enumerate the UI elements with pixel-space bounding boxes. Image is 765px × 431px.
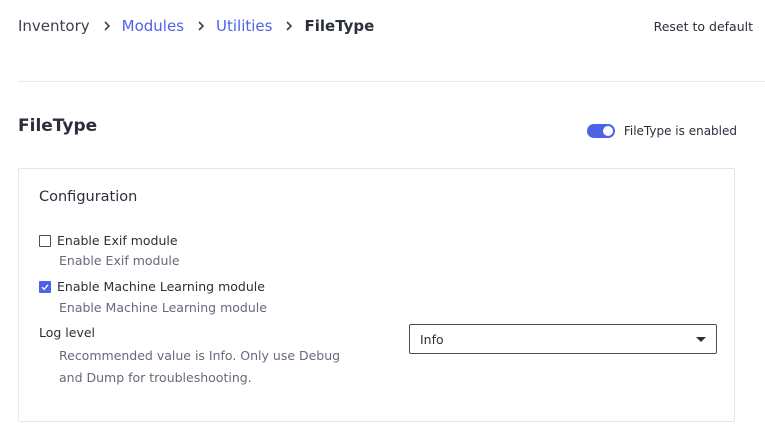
checkmark-icon	[41, 283, 49, 290]
toggle-switch[interactable]	[586, 124, 615, 138]
header-divider	[18, 81, 765, 82]
option-label: Enable Exif module	[57, 233, 178, 248]
log-level-select[interactable]: Info	[409, 324, 717, 354]
configuration-title: Configuration	[39, 189, 138, 205]
toggle-knob	[602, 126, 613, 136]
option-label: Enable Machine Learning module	[57, 279, 265, 294]
configuration-card: Configuration Enable Exif module Enable …	[18, 168, 735, 422]
module-enabled-toggle[interactable]: FileType is enabled	[586, 124, 737, 138]
log-level-label: Log level	[39, 325, 96, 340]
breadcrumb-item-utilities[interactable]: Utilities	[216, 17, 272, 35]
log-level-description: Recommended value is Info. Only use Debu…	[59, 348, 341, 385]
page-header: Inventory Modules Utilities FileType Res…	[18, 14, 753, 38]
toggle-label: FileType is enabled	[623, 124, 737, 138]
option-enable-ml[interactable]: Enable Machine Learning module	[39, 279, 265, 294]
chevron-right-icon	[286, 21, 293, 31]
section-title: FileType	[18, 116, 98, 136]
chevron-right-icon	[198, 21, 205, 31]
chevron-right-icon	[104, 21, 110, 31]
enable-exif-checkbox[interactable]	[39, 234, 51, 247]
option-description: Enable Machine Learning module	[59, 300, 267, 315]
log-level-value: Info	[420, 332, 444, 347]
reset-to-default-button[interactable]: Reset to default	[654, 19, 753, 34]
enable-ml-checkbox[interactable]	[39, 280, 51, 293]
breadcrumb-item-inventory[interactable]: Inventory	[18, 17, 90, 35]
option-enable-exif[interactable]: Enable Exif module	[39, 233, 178, 248]
breadcrumb: Inventory Modules Utilities FileType	[18, 17, 374, 35]
breadcrumb-item-modules[interactable]: Modules	[122, 17, 184, 35]
breadcrumb-item-current: FileType	[304, 17, 375, 35]
caret-down-icon	[696, 337, 706, 342]
option-description: Enable Exif module	[59, 253, 180, 268]
